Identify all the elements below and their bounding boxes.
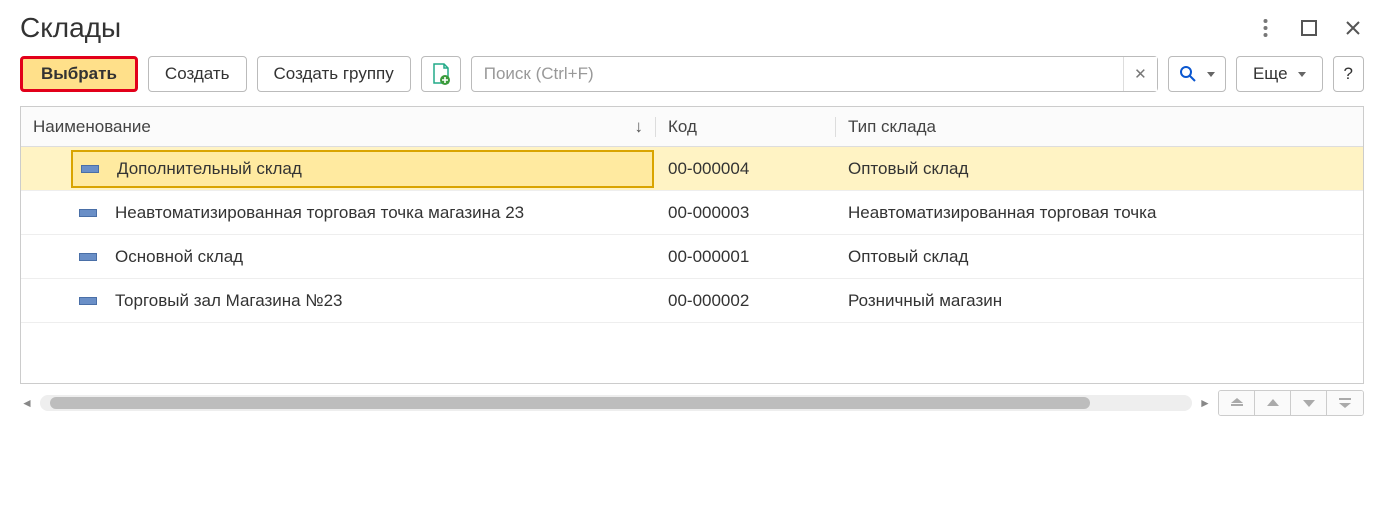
select-button[interactable]: Выбрать [20,56,138,92]
scroll-left-arrow[interactable]: ◄ [20,396,34,410]
scroll-area: ◄ ► [12,384,1372,418]
column-type-label: Тип склада [848,117,936,137]
cell-type: Оптовый склад [836,147,1363,190]
chevron-down-icon [1207,72,1215,77]
search-input[interactable] [472,57,1123,91]
nav-first-button[interactable] [1219,391,1255,415]
row-name: Неавтоматизированная торговая точка мага… [115,203,524,223]
column-code-label: Код [668,117,697,137]
cell-name: Дополнительный склад [21,147,656,190]
table-row[interactable]: Торговый зал Магазина №23 00-000002Рознич… [21,279,1363,323]
cell-type: Розничный магазин [836,279,1363,322]
column-name-label: Наименование [33,117,151,137]
cell-name: Основной склад [21,235,656,278]
table-row[interactable]: Неавтоматизированная торговая точка мага… [21,191,1363,235]
window-title: Склады [20,12,121,44]
table-row[interactable]: Дополнительный склад 00-000004Оптовый скл… [21,147,1363,191]
table: Наименование ↓ Код Тип склада Дополнител… [20,106,1364,384]
help-button[interactable]: ? [1333,56,1364,92]
cell-code: 00-000002 [656,279,836,322]
row-name: Дополнительный склад [117,159,302,179]
nav-up-button[interactable] [1255,391,1291,415]
kebab-menu-icon[interactable] [1254,17,1276,39]
search-dropdown-button[interactable] [1168,56,1226,92]
table-body: Дополнительный склад00-000004Оптовый скл… [21,147,1363,323]
row-name: Основной склад [115,247,243,267]
table-row[interactable]: Основной склад 00-000001Оптовый склад [21,235,1363,279]
item-icon [81,165,99,173]
item-icon [79,253,97,261]
create-button[interactable]: Создать [148,56,247,92]
titlebar: Склады [12,12,1372,56]
titlebar-controls [1254,17,1364,39]
scroll-right-arrow[interactable]: ► [1198,396,1212,410]
more-button[interactable]: Еще [1236,56,1323,92]
magnifier-icon [1179,65,1197,83]
nav-down-button[interactable] [1291,391,1327,415]
cell-type: Оптовый склад [836,235,1363,278]
search-clear-button[interactable]: ✕ [1123,57,1157,91]
column-header-type[interactable]: Тип склада [836,117,1363,137]
cell-name: Торговый зал Магазина №23 [21,279,656,322]
cell-code: 00-000004 [656,147,836,190]
sort-descending-icon: ↓ [635,117,644,137]
toolbar: Выбрать Создать Создать группу ✕ Еще [12,56,1372,106]
item-icon [79,209,97,217]
document-add-icon [432,63,450,85]
nav-buttons [1218,390,1364,416]
column-header-name[interactable]: Наименование ↓ [21,117,656,137]
column-header-code[interactable]: Код [656,117,836,137]
table-empty-space [21,323,1363,383]
cell-code: 00-000003 [656,191,836,234]
item-icon [79,297,97,305]
nav-last-button[interactable] [1327,391,1363,415]
row-name: Торговый зал Магазина №23 [115,291,343,311]
create-group-button[interactable]: Создать группу [257,56,411,92]
new-document-button[interactable] [421,56,461,92]
cell-type: Неавтоматизированная торговая точка [836,191,1363,234]
scrollbar-thumb[interactable] [50,397,1090,409]
more-label: Еще [1253,64,1288,84]
window: Склады Выбрать Создать Создать группу [12,12,1372,418]
chevron-down-icon [1298,72,1306,77]
cell-name: Неавтоматизированная торговая точка мага… [21,191,656,234]
search-field: ✕ [471,56,1158,92]
maximize-icon[interactable] [1298,17,1320,39]
cell-code: 00-000001 [656,235,836,278]
table-header: Наименование ↓ Код Тип склада [21,107,1363,147]
horizontal-scrollbar[interactable] [40,395,1192,411]
close-icon[interactable] [1342,17,1364,39]
